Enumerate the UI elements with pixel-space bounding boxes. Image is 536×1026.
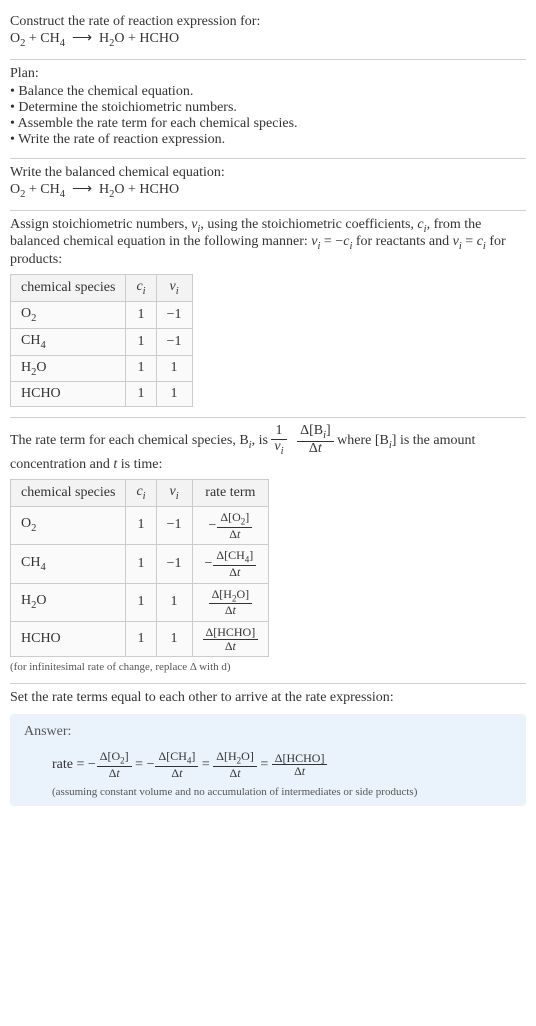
negative-sign: − [88, 757, 96, 772]
cell-species: CH4 [11, 328, 126, 355]
table-row: CH4 1 −1 −Δ[CH4]Δt [11, 545, 269, 583]
cell-species: H2O [11, 355, 126, 382]
col-vi: νi [156, 275, 192, 302]
frac-one-over-vi: 1 νi [271, 424, 286, 457]
cell-ci: 1 [126, 328, 156, 355]
plan-item: Assemble the rate term for each chemical… [10, 116, 526, 132]
equals-sign: = [202, 757, 213, 772]
cell-ci: 1 [126, 355, 156, 382]
rateterm-caption: (for infinitesimal rate of change, repla… [10, 661, 526, 673]
plan-list: Balance the chemical equation. Determine… [10, 84, 526, 148]
cell-vi: 1 [156, 382, 192, 407]
rateterm-text: The rate term for each chemical species,… [10, 424, 526, 473]
table-row: H2O 1 1 Δ[H2O]Δt [11, 583, 269, 621]
intro-equation: O2 + CH4 ⟶ H2O + HCHO [10, 30, 526, 49]
negative-sign: − [147, 757, 155, 772]
cell-vi: −1 [156, 506, 192, 544]
answer-title: Answer: [24, 724, 512, 740]
col-vi: νi [156, 479, 192, 506]
rateterm-section: The rate term for each chemical species,… [10, 418, 526, 683]
cell-ci: 1 [126, 545, 156, 583]
frac-dBi-dt: Δ[Bi] Δt [297, 424, 334, 457]
stoich-section: Assign stoichiometric numbers, νi, using… [10, 211, 526, 418]
cell-species: HCHO [11, 621, 126, 656]
plan-section: Plan: Balance the chemical equation. Det… [10, 60, 526, 158]
rate-frac: Δ[CH4]Δt [155, 750, 198, 779]
col-species: chemical species [11, 275, 126, 302]
answer-box: Answer: rate = −Δ[O2]Δt = −Δ[CH4]Δt = Δ[… [10, 714, 526, 805]
table-row: H2O 1 1 [11, 355, 193, 382]
rate-label: rate = [52, 757, 88, 772]
table-row: O2 1 −1 [11, 301, 193, 328]
balanced-section: Write the balanced chemical equation: O2… [10, 159, 526, 210]
cell-rate: Δ[HCHO]Δt [192, 621, 269, 656]
plan-item: Balance the chemical equation. [10, 84, 526, 100]
stoich-text: Assign stoichiometric numbers, νi, using… [10, 217, 526, 269]
rate-frac: Δ[H2O]Δt [209, 588, 253, 617]
col-rate: rate term [192, 479, 269, 506]
cell-ci: 1 [126, 301, 156, 328]
cell-ci: 1 [126, 621, 156, 656]
cell-vi: −1 [156, 545, 192, 583]
plan-item: Determine the stoichiometric numbers. [10, 100, 526, 116]
stoich-table: chemical species ci νi O2 1 −1 CH4 1 −1 … [10, 274, 193, 407]
rate-frac: Δ[HCHO]Δt [272, 752, 328, 778]
col-ci: ci [126, 275, 156, 302]
frac-den: Δt [297, 442, 334, 457]
cell-rate: Δ[H2O]Δt [192, 583, 269, 621]
table-header-row: chemical species ci νi rate term [11, 479, 269, 506]
plan-title: Plan: [10, 66, 526, 82]
rate-frac: Δ[O2]Δt [217, 511, 252, 540]
cell-vi: −1 [156, 328, 192, 355]
cell-ci: 1 [126, 583, 156, 621]
cell-rate: −Δ[CH4]Δt [192, 545, 269, 583]
final-text: Set the rate terms equal to each other t… [10, 690, 526, 706]
intro-prompt: Construct the rate of reaction expressio… [10, 14, 526, 30]
frac-num: Δ[Bi] [297, 424, 334, 442]
cell-vi: −1 [156, 301, 192, 328]
balanced-equation: O2 + CH4 ⟶ H2O + HCHO [10, 181, 526, 200]
cell-ci: 1 [126, 382, 156, 407]
frac-den: νi [271, 440, 286, 457]
table-row: HCHO 1 1 [11, 382, 193, 407]
rate-frac: Δ[HCHO]Δt [203, 626, 259, 652]
answer-rate-expression: rate = −Δ[O2]Δt = −Δ[CH4]Δt = Δ[H2O]Δt =… [52, 750, 512, 779]
final-section: Set the rate terms equal to each other t… [10, 684, 526, 815]
cell-species: HCHO [11, 382, 126, 407]
rateterm-pre: The rate term for each chemical species,… [10, 433, 271, 448]
cell-rate: −Δ[O2]Δt [192, 506, 269, 544]
cell-species: CH4 [11, 545, 126, 583]
col-species: chemical species [11, 479, 126, 506]
table-row: O2 1 −1 −Δ[O2]Δt [11, 506, 269, 544]
intro-section: Construct the rate of reaction expressio… [10, 8, 526, 59]
cell-vi: 1 [156, 621, 192, 656]
table-header-row: chemical species ci νi [11, 275, 193, 302]
cell-species: O2 [11, 301, 126, 328]
equals-sign: = [135, 757, 146, 772]
cell-vi: 1 [156, 355, 192, 382]
cell-species: H2O [11, 583, 126, 621]
frac-num: 1 [271, 424, 286, 440]
answer-note: (assuming constant volume and no accumul… [52, 786, 512, 798]
rate-frac: Δ[CH4]Δt [213, 549, 256, 578]
table-row: HCHO 1 1 Δ[HCHO]Δt [11, 621, 269, 656]
equals-sign: = [260, 757, 271, 772]
negative-sign: − [204, 556, 212, 571]
plan-item: Write the rate of reaction expression. [10, 132, 526, 148]
negative-sign: − [208, 518, 216, 533]
col-ci: ci [126, 479, 156, 506]
cell-vi: 1 [156, 583, 192, 621]
rate-frac: Δ[H2O]Δt [213, 750, 257, 779]
rate-frac: Δ[O2]Δt [97, 750, 132, 779]
balanced-title: Write the balanced chemical equation: [10, 165, 526, 181]
cell-species: O2 [11, 506, 126, 544]
rateterm-table: chemical species ci νi rate term O2 1 −1… [10, 479, 269, 657]
table-row: CH4 1 −1 [11, 328, 193, 355]
cell-ci: 1 [126, 506, 156, 544]
